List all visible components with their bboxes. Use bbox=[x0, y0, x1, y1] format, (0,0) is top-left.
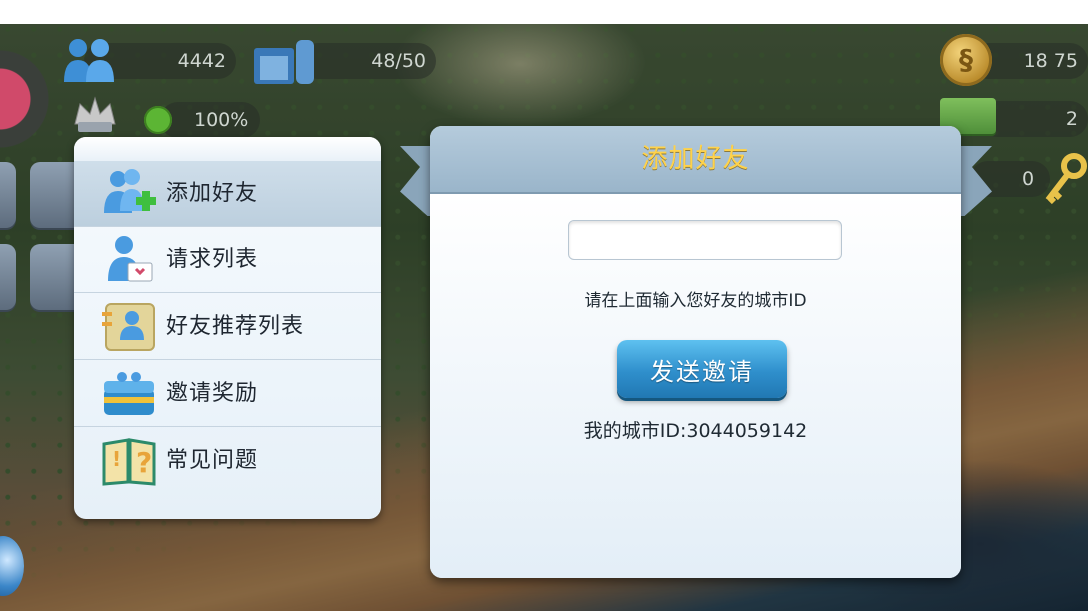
friend-city-id-input[interactable] bbox=[568, 220, 842, 260]
menu-item-label: 请求列表 bbox=[166, 247, 259, 272]
recommended-friends-icon bbox=[102, 303, 155, 351]
menu-item-label: 常见问题 bbox=[166, 448, 259, 473]
dialog-header: 添加好友 bbox=[430, 126, 961, 194]
side-button-partial[interactable] bbox=[0, 162, 16, 228]
send-invite-button[interactable]: 发送邀请 bbox=[617, 340, 787, 398]
population-icon bbox=[64, 39, 114, 82]
golden-key-icon[interactable] bbox=[1040, 152, 1088, 206]
menu-item-invite-reward[interactable]: 邀请奖励 bbox=[74, 361, 381, 427]
simoleon-coin-icon[interactable]: § bbox=[940, 34, 992, 86]
happiness-smile-icon bbox=[144, 106, 172, 134]
dialog-body: 请在上面输入您好友的城市ID 发送邀请 我的城市ID:3044059142 bbox=[430, 194, 961, 578]
simcash-counter: 2 bbox=[980, 101, 1088, 137]
invite-reward-chest-icon bbox=[104, 372, 154, 415]
storage-building-icon[interactable] bbox=[250, 34, 320, 88]
menu-item-label: 邀请奖励 bbox=[166, 381, 259, 406]
menu-item-add-friend[interactable]: 添加好友 bbox=[74, 161, 381, 227]
menu-item-label: 添加好友 bbox=[166, 181, 259, 206]
dialog-title: 添加好友 bbox=[641, 144, 750, 174]
menu-item-recommended-friends[interactable]: 好友推荐列表 bbox=[74, 294, 381, 360]
menu-item-faq[interactable]: ? ! 常见问题 bbox=[74, 428, 381, 494]
side-button-partial-2[interactable] bbox=[0, 244, 16, 310]
happiness-counter: 100% bbox=[160, 102, 260, 138]
menu-item-request-list[interactable]: 请求列表 bbox=[74, 227, 381, 293]
vip-icon[interactable] bbox=[70, 94, 120, 134]
request-list-icon bbox=[108, 236, 153, 282]
svg-text:?: ? bbox=[136, 446, 152, 479]
add-friend-dialog: 添加好友 请在上面输入您好友的城市ID 发送邀请 我的城市ID:30440591… bbox=[430, 126, 961, 578]
menu-item-label: 好友推荐列表 bbox=[166, 314, 305, 339]
faq-book-icon: ? ! bbox=[102, 438, 156, 486]
storage-counter: 48/50 bbox=[300, 43, 436, 79]
friends-menu-panel: 添加好友 请求列表 好友推荐列表 邀请奖励 ? ! 常见问题 bbox=[74, 137, 381, 519]
city-id-hint: 请在上面输入您好友的城市ID bbox=[584, 291, 807, 311]
add-friend-icon bbox=[104, 169, 156, 213]
svg-text:!: ! bbox=[112, 447, 121, 471]
my-city-id: 我的城市ID:3044059142 bbox=[583, 420, 808, 442]
